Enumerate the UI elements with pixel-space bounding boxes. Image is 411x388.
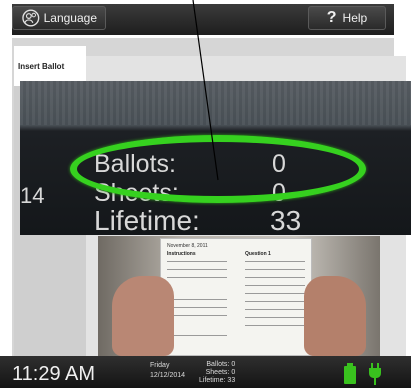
clock-time: 11:29 AM: [12, 363, 96, 385]
battery-icon: [344, 363, 356, 384]
status-sheets-row: Sheets: 0: [199, 369, 236, 377]
status-sheets-label: Sheets:: [205, 369, 230, 376]
status-ballots-label: Ballots:: [206, 361, 230, 368]
status-date: Friday 12/12/2014: [150, 361, 185, 381]
pointer-line: [192, 0, 219, 181]
power-plug-icon: [369, 363, 381, 385]
status-counts: Ballots: 0 Sheets: 0 Lifetime: 33: [199, 361, 235, 385]
status-day: Friday: [150, 362, 170, 369]
status-ballots-row: Ballots: 0: [199, 361, 235, 369]
status-lifetime-label: Lifetime:: [199, 377, 226, 384]
status-lifetime-value: 33: [227, 377, 236, 384]
status-lifetime-row: Lifetime: 33: [199, 377, 235, 385]
pointer-line-stroke: [192, 0, 219, 181]
status-sheets-value: 0: [231, 369, 236, 376]
status-ballots-value: 0: [231, 361, 236, 368]
status-date-value: 12/12/2014: [150, 372, 186, 379]
